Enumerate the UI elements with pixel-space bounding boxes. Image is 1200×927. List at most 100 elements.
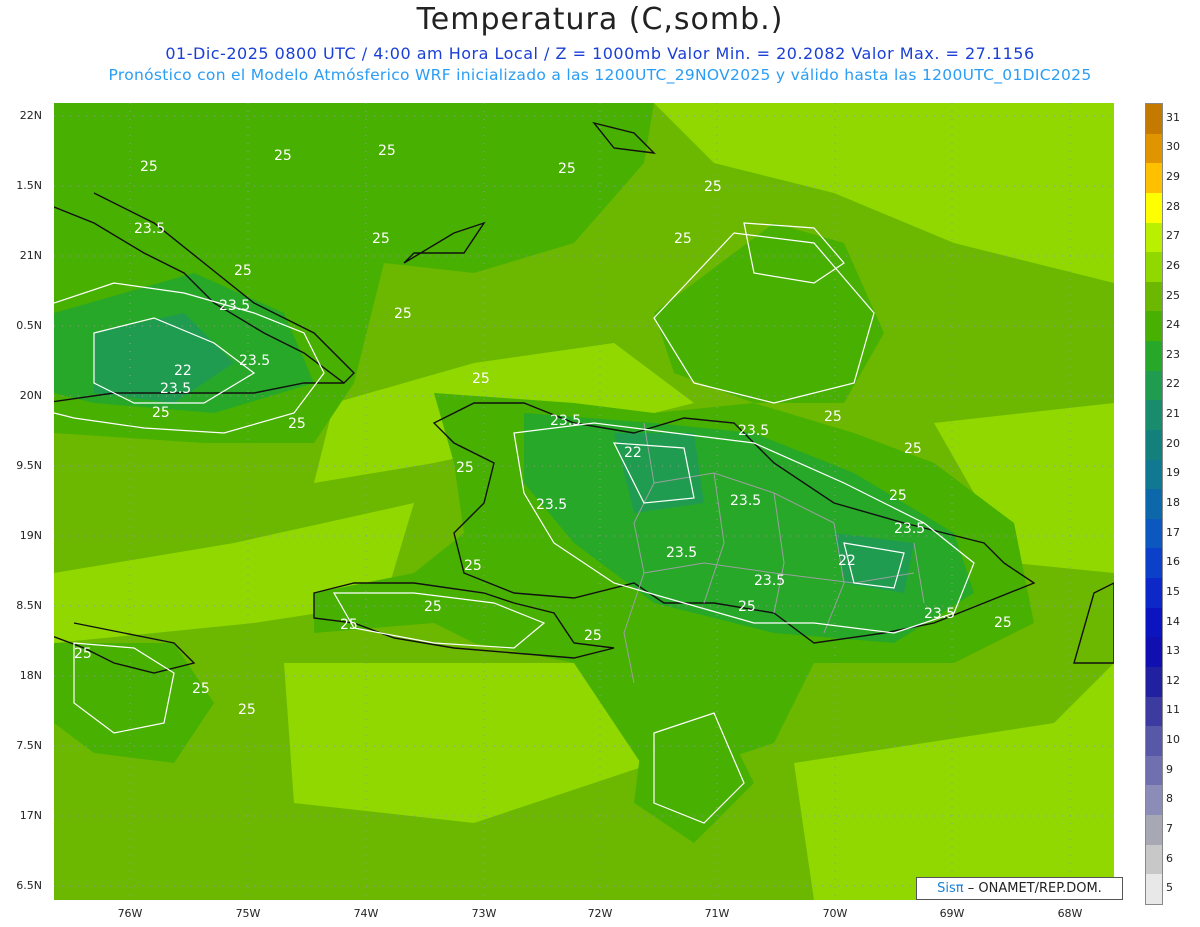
contour-label: 25 (704, 179, 722, 195)
colorbar-swatch (1146, 311, 1162, 342)
contour-label: 25 (424, 599, 442, 615)
colorbar-swatch (1146, 874, 1162, 905)
lon-label: 71W (704, 907, 730, 920)
contour-label: 23.5 (239, 353, 270, 369)
colorbar-label: 25 (1166, 288, 1180, 302)
contour-label: 25 (394, 306, 412, 322)
contour-label: 25 (994, 615, 1012, 631)
colorbar-swatch (1146, 489, 1162, 520)
colorbar-label: 19 (1166, 466, 1180, 480)
contour-label: 25 (140, 159, 158, 175)
contour-label: 23.5 (738, 423, 769, 439)
colorbar-swatch (1146, 163, 1162, 194)
colorbar-label: 8 (1166, 792, 1173, 806)
contour-label: 23.5 (924, 606, 955, 622)
lon-label: 76W (117, 907, 143, 920)
credit-brand: Sisπ (937, 881, 964, 896)
contour-label: 25 (152, 405, 170, 421)
contour-label: 23.5 (894, 521, 925, 537)
contour-label: 23.5 (160, 381, 191, 397)
contour-label: 25 (74, 646, 92, 662)
forecast-time-line: 01-Dic-2025 0800 UTC / 4:00 am Hora Loca… (165, 44, 1035, 63)
colorbar-label: 26 (1166, 258, 1180, 272)
colorbar-swatch (1146, 222, 1162, 253)
colorbar-label: 7 (1166, 821, 1173, 835)
credit-box: Sisπ – ONAMET/REP.DOM. (916, 877, 1123, 900)
colorbar-swatch (1146, 133, 1162, 164)
credit-text: – ONAMET/REP.DOM. (967, 881, 1102, 896)
colorbar-swatch (1146, 104, 1162, 135)
colorbar-label: 24 (1166, 318, 1180, 332)
colorbar-swatch (1146, 785, 1162, 816)
colorbar-label: 10 (1166, 733, 1180, 747)
contour-label: 25 (234, 263, 252, 279)
colorbar-swatch (1146, 637, 1162, 668)
colorbar-label: 30 (1166, 140, 1180, 154)
lon-label: 70W (822, 907, 848, 920)
lat-label: 0.5N (16, 319, 42, 332)
contour-label: 25 (674, 231, 692, 247)
contour-label: 25 (889, 488, 907, 504)
lon-label: 74W (353, 907, 379, 920)
colorbar-label: 18 (1166, 496, 1180, 509)
contour-label: 22 (624, 445, 642, 461)
lat-label: 19N (19, 529, 42, 542)
lat-label: 7.5N (16, 739, 42, 752)
contour-label: 25 (824, 409, 842, 425)
colorbar-swatch (1146, 252, 1162, 283)
colorbar-label: 6 (1166, 851, 1173, 865)
contour-label: 23.5 (666, 545, 697, 561)
colorbar-swatch (1146, 400, 1162, 431)
colorbar-swatch (1146, 192, 1162, 223)
contour-label: 25 (378, 143, 396, 159)
map-svg: 25 25 25 25 25 25 23.5 25 23.5 25 23.5 2… (54, 103, 1114, 900)
colorbar-swatch (1146, 666, 1162, 698)
lat-label: 6.5N (16, 879, 42, 892)
colorbar-swatch (1146, 696, 1162, 727)
temperature-map: 25 25 25 25 25 25 23.5 25 23.5 25 23.5 2… (54, 103, 1114, 900)
lat-label: 17N (19, 809, 42, 822)
lon-label: 69W (939, 907, 965, 920)
colorbar-label: 29 (1166, 170, 1180, 184)
contour-label: 23.5 (754, 573, 785, 589)
lat-label: 21N (19, 249, 42, 262)
lon-label: 75W (235, 907, 261, 920)
colorbar-swatch (1146, 518, 1162, 549)
lat-label: 22N (19, 109, 42, 122)
contour-label: 25 (738, 599, 756, 615)
contour-label: 23.5 (536, 497, 567, 513)
colorbar-swatch (1146, 815, 1162, 846)
colorbar-label: 21 (1166, 407, 1180, 421)
colorbar-label: 11 (1166, 703, 1180, 717)
colorbar (1145, 103, 1163, 905)
contour-label: 25 (340, 617, 358, 633)
colorbar-swatch (1146, 341, 1162, 372)
lat-label: 8.5N (16, 599, 42, 612)
colorbar-swatch (1146, 844, 1162, 875)
contour-label: 25 (238, 702, 256, 718)
contour-label: 25 (472, 371, 490, 387)
lat-label: 20N (19, 389, 42, 402)
colorbar-swatch (1146, 578, 1162, 609)
colorbar-label: 28 (1166, 199, 1180, 213)
colorbar-label: 23 (1166, 347, 1180, 361)
colorbar-swatch (1146, 429, 1162, 461)
colorbar-label: 17 (1166, 525, 1180, 539)
contour-label: 25 (904, 441, 922, 457)
lat-label: 18N (19, 669, 42, 682)
contour-label: 23.5 (550, 413, 581, 429)
contour-label: 25 (558, 161, 576, 177)
colorbar-label: 5 (1166, 881, 1173, 895)
colorbar-label: 14 (1166, 614, 1180, 628)
contour-label: 25 (372, 231, 390, 247)
contour-label: 25 (274, 148, 292, 164)
contour-label: 25 (192, 681, 210, 697)
colorbar-label: 22 (1166, 377, 1180, 391)
lat-label: 1.5N (16, 179, 42, 192)
colorbar-label: 15 (1166, 584, 1180, 598)
colorbar-label: 16 (1166, 555, 1180, 569)
lon-label: 73W (471, 907, 497, 920)
contour-label: 22 (838, 553, 856, 569)
contour-label: 25 (288, 416, 306, 432)
colorbar-swatch (1146, 755, 1162, 786)
